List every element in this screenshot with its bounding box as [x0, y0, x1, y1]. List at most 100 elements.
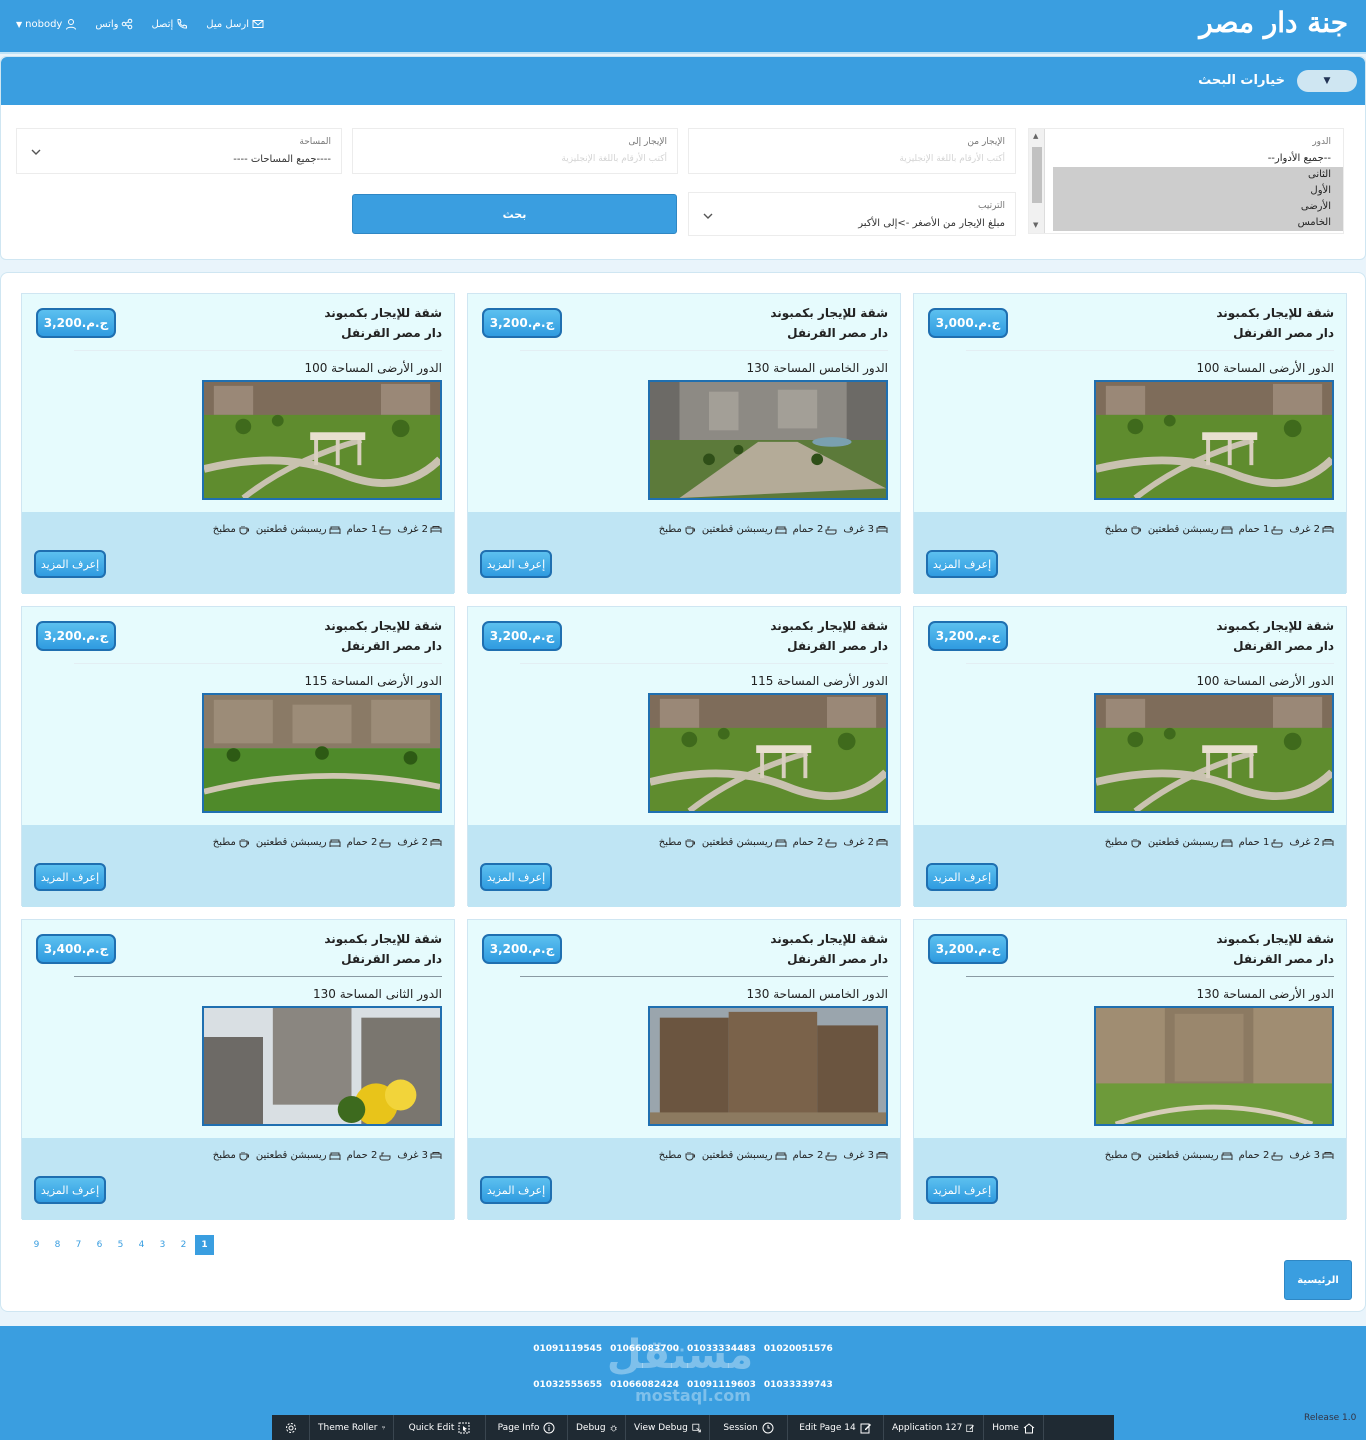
devbar-item[interactable] — [272, 1415, 310, 1440]
cup-icon — [685, 1151, 695, 1160]
listing-subtitle: دار مصر القرنفل — [341, 639, 442, 653]
brand-logo[interactable]: جنة دار مصر — [1199, 6, 1348, 39]
devbar-item[interactable]: Debug — [568, 1415, 626, 1440]
search-button[interactable]: بحث — [352, 194, 677, 234]
devbar-item[interactable]: View Debug — [626, 1415, 710, 1440]
bathtub-icon — [379, 526, 391, 534]
devbar-item[interactable]: Quick Edit — [394, 1415, 486, 1440]
floor-select-list[interactable]: الدور --جميع الأدوار-- الثانى الأول الأر… — [1028, 128, 1344, 234]
nav-mail[interactable]: ارسل ميل — [206, 18, 264, 30]
scroll-thumb[interactable] — [1032, 147, 1042, 203]
price-badge: ج.م.3,000 — [928, 308, 1008, 338]
devbar-item[interactable]: Session — [710, 1415, 788, 1440]
floor-option[interactable]: الثانى — [1053, 167, 1343, 183]
listing-photo[interactable] — [202, 693, 442, 813]
devbar-item[interactable]: Theme Roller — [310, 1415, 394, 1440]
floor-area: الدور الأرضى المساحة 115 — [750, 674, 888, 688]
listing-photo[interactable] — [1094, 1006, 1334, 1126]
listing-title: شقة للإيجار بكمبوند — [1216, 306, 1334, 320]
learn-more-button[interactable]: إعرف المزيد — [34, 1176, 106, 1204]
phone-number[interactable]: 01033339743 — [764, 1380, 833, 1390]
learn-more-button[interactable]: إعرف المزيد — [34, 863, 106, 891]
devbar-item[interactable]: Page Info — [486, 1415, 568, 1440]
kitchen-text: مطبخ — [658, 837, 682, 848]
search-title: خيارات البحث — [1198, 73, 1285, 88]
rent-to-field[interactable]: الإيجار إلى أكتب الأرقام باللغة الإنجليز… — [352, 128, 678, 174]
listing-subtitle: دار مصر القرنفل — [1233, 639, 1334, 653]
rent-from-field[interactable]: الإيجار من أكتب الأرقام باللغة الإنجليزي… — [688, 128, 1016, 174]
bathtub-icon — [1271, 526, 1283, 534]
floor-option[interactable]: الأرضى — [1053, 199, 1343, 215]
home-button[interactable]: الرئيسية — [1284, 1260, 1352, 1300]
learn-more-button[interactable]: إعرف المزيد — [926, 1176, 998, 1204]
nav-call[interactable]: إتصل — [151, 18, 188, 30]
listing-photo[interactable] — [648, 1006, 888, 1126]
listing-card: شقة للإيجار بكمبوند دار مصر القرنفل ج.م.… — [913, 293, 1347, 594]
reception-spec: ريسبشن قطعتين — [702, 524, 787, 535]
page-link[interactable]: 2 — [174, 1235, 193, 1255]
rent-to-label: الإيجار إلى — [628, 137, 667, 147]
title-divider — [966, 976, 1334, 977]
learn-more-button[interactable]: إعرف المزيد — [480, 863, 552, 891]
page-link[interactable]: 8 — [48, 1235, 67, 1255]
rent-from-input[interactable]: أكتب الأرقام باللغة الإنجليزية — [899, 154, 1005, 164]
reception-text: ريسبشن قطعتين — [255, 524, 327, 535]
nav-whatsapp[interactable]: واتس — [95, 18, 133, 30]
page-link[interactable]: 9 — [27, 1235, 46, 1255]
page-link[interactable]: 7 — [69, 1235, 88, 1255]
floor-area: الدور الأرضى المساحة 100 — [1196, 674, 1334, 688]
learn-more-button[interactable]: إعرف المزيد — [34, 550, 106, 578]
page-link[interactable]: 4 — [132, 1235, 151, 1255]
listing-photo[interactable] — [1094, 380, 1334, 500]
floor-options: --جميع الأدوار-- الثانى الأول الأرضى الخ… — [1053, 151, 1343, 231]
gear-icon — [285, 1422, 296, 1433]
collapse-toggle[interactable]: ▼ — [1297, 70, 1357, 92]
specs-row: 2 غرف 1 حمام ريسبشن قطعتين مطبخ — [1105, 524, 1334, 535]
phone-number[interactable]: 01020051576 — [764, 1344, 833, 1354]
title-divider — [74, 976, 442, 977]
learn-more-button[interactable]: إعرف المزيد — [480, 1176, 552, 1204]
scroll-down-icon[interactable]: ▼ — [1033, 221, 1038, 229]
page-link[interactable]: 6 — [90, 1235, 109, 1255]
area-select[interactable]: المساحة ----جميع المساحات ---- — [16, 128, 342, 174]
learn-more-button[interactable]: إعرف المزيد — [926, 863, 998, 891]
listing-photo[interactable] — [648, 380, 888, 500]
rooms-text: 2 غرف — [397, 837, 428, 848]
floor-area: الدور الخامس المساحة 130 — [746, 987, 889, 1001]
page-link[interactable]: 5 — [111, 1235, 130, 1255]
baths-spec: 1 حمام — [1239, 837, 1284, 848]
learn-more-button[interactable]: إعرف المزيد — [926, 550, 998, 578]
rent-to-input[interactable]: أكتب الأرقام باللغة الإنجليزية — [561, 154, 667, 164]
floor-option[interactable]: --جميع الأدوار-- — [1053, 151, 1343, 167]
bed-icon — [876, 525, 888, 533]
bed-icon — [430, 1151, 442, 1159]
listing-photo[interactable] — [202, 380, 442, 500]
nav-links: ▼ nobody واتس إتصل ارسل ميل — [16, 18, 264, 30]
scroll-up-icon[interactable]: ▲ — [1033, 132, 1038, 140]
floor-area: الدور الخامس المساحة 130 — [746, 361, 889, 375]
chevron-down-icon — [703, 213, 713, 219]
user-icon — [66, 19, 77, 30]
sort-select[interactable]: الترتيب مبلغ الإيجار من الأصغر ->إلى الأ… — [688, 192, 1016, 236]
listing-photo[interactable] — [202, 1006, 442, 1126]
page-link[interactable]: 3 — [153, 1235, 172, 1255]
bed-icon — [876, 1151, 888, 1159]
floor-option[interactable]: الخامس — [1053, 215, 1343, 231]
nav-user[interactable]: ▼ nobody — [16, 18, 77, 30]
floor-option[interactable]: الأول — [1053, 183, 1343, 199]
devbar-item[interactable]: Home — [984, 1415, 1044, 1440]
bed-icon — [1322, 1151, 1334, 1159]
phone-number[interactable]: 01032555655 — [533, 1380, 602, 1390]
listing-photo[interactable] — [648, 693, 888, 813]
page-link[interactable]: 1 — [195, 1235, 214, 1255]
bathtub-icon — [379, 839, 391, 847]
baths-spec: 2 حمام — [793, 837, 838, 848]
list-scrollbar[interactable]: ▲ ▼ — [1029, 129, 1045, 233]
baths-spec: 2 حمام — [793, 1150, 838, 1161]
sofa-icon — [329, 526, 341, 534]
devbar-item[interactable]: Application 127 — [884, 1415, 984, 1440]
listing-photo[interactable] — [1094, 693, 1334, 813]
rooms-spec: 3 غرف — [843, 1150, 888, 1161]
devbar-item[interactable]: Edit Page 14 — [788, 1415, 884, 1440]
learn-more-button[interactable]: إعرف المزيد — [480, 550, 552, 578]
